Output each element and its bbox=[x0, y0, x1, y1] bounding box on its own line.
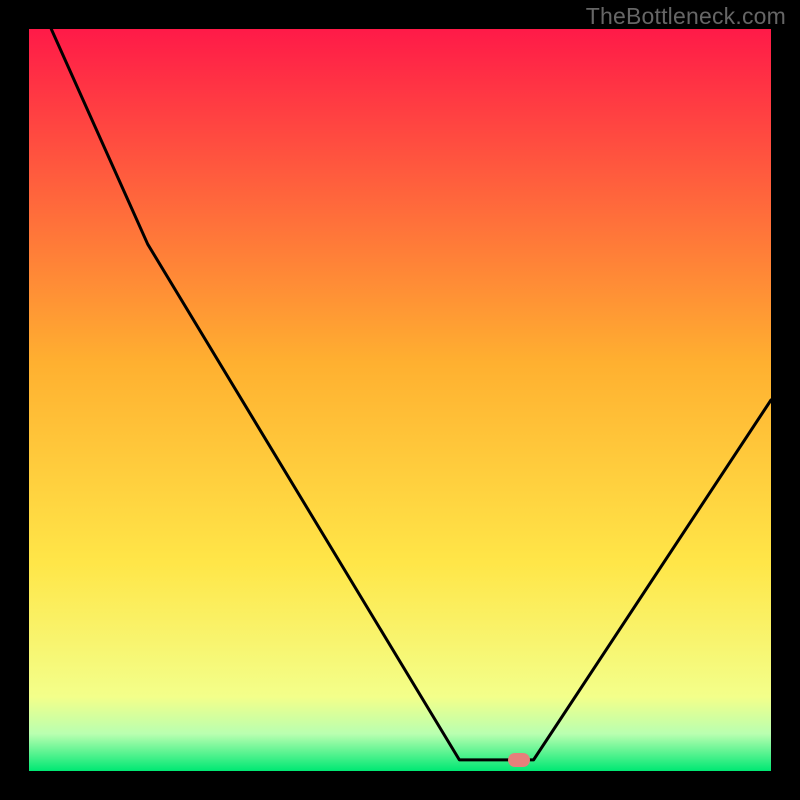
chart-container: TheBottleneck.com bbox=[0, 0, 800, 800]
chart-background bbox=[29, 29, 771, 771]
optimal-marker bbox=[508, 753, 530, 767]
watermark-text: TheBottleneck.com bbox=[586, 3, 786, 30]
gradient-rect bbox=[29, 29, 771, 771]
